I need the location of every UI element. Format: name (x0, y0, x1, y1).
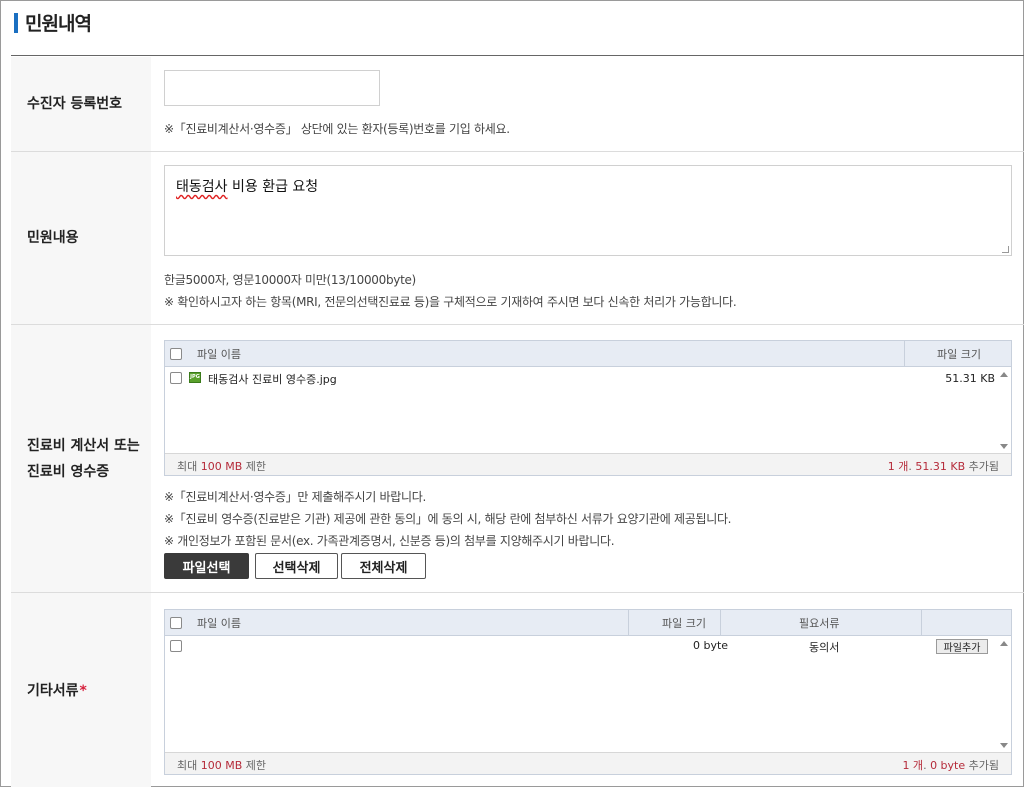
receipt-note-2: ※「진료비 영수증(진료받은 기관) 제공에 관한 동의」에 동의 시, 해당 … (164, 512, 732, 526)
resize-handle-icon[interactable] (1002, 246, 1009, 253)
receipt-file-count: 1 개 (887, 460, 909, 473)
content-label: 민원내용 (11, 152, 151, 324)
other-docs-label: 기타서류 * (11, 593, 151, 787)
title-accent-bar (14, 13, 18, 33)
other-doc-checkbox[interactable] (170, 640, 182, 652)
other-table-body: 0 byte 동의서 파일추가 (165, 636, 1011, 752)
receipt-label-line2: 진료비 영수증 (27, 463, 110, 480)
other-scroll-up-icon[interactable] (1000, 641, 1008, 646)
receipt-table-header: 파일 이름 파일 크기 (165, 341, 1011, 367)
receipt-file-row[interactable]: JPG 태동검사 진료비 영수증.jpg 51.31 KB (165, 370, 1011, 388)
other-doc-file-size: 0 byte (693, 639, 729, 652)
other-col-name: 파일 이름 (197, 616, 241, 630)
other-count-sep: . (923, 759, 931, 772)
page-title: 민원내역 (25, 13, 92, 35)
content-text-misspelled: 태동검사 (176, 179, 228, 195)
receipt-file-checkbox[interactable] (170, 372, 182, 384)
complaint-form-panel: 민원내역 수진자 등록번호 ※「진료비계산서·영수증」 상단에 있는 환자(등록… (0, 0, 1024, 787)
other-file-table: 파일 이름 파일 크기 필요서류 0 byte 동의서 파일추가 최대 100 … (164, 609, 1012, 775)
receipt-limit-prefix: 최대 (177, 460, 201, 473)
receipt-limit-value: 100 MB (200, 460, 243, 473)
receipt-label-line1: 진료비 계산서 또는 (27, 437, 140, 454)
receipt-added-suffix: 추가됨 (965, 460, 999, 473)
registration-row: 수진자 등록번호 ※「진료비계산서·영수증」 상단에 있는 환자(등록)번호를 … (11, 57, 1024, 152)
other-col-doc: 필요서류 (799, 616, 840, 630)
receipt-limit-suffix: 제한 (242, 460, 267, 473)
receipt-note-3: ※ 개인정보가 포함된 문서(ex. 가족관계증명서, 신분증 등)의 첨부를 … (164, 534, 615, 548)
other-limit-prefix: 최대 (177, 759, 201, 772)
other-col-size: 파일 크기 (662, 616, 706, 630)
other-added-suffix: 추가됨 (965, 759, 999, 772)
other-doc-row[interactable]: 0 byte 동의서 파일추가 (165, 638, 1011, 656)
other-file-count: 1 개 (902, 759, 924, 772)
registration-note: ※「진료비계산서·영수증」 상단에 있는 환자(등록)번호를 기입 하세요. (164, 122, 510, 136)
other-table-footer: 최대 100 MB 제한 1 개. 0 byte 추가됨 (165, 752, 1011, 774)
content-row: 민원내용 태동검사 비용 환급 요청 한글5000자, 영문10000자 미만(… (11, 152, 1024, 325)
scroll-down-icon[interactable] (1000, 444, 1008, 449)
receipt-col-name: 파일 이름 (197, 347, 241, 361)
content-hint-note: ※ 확인하시고자 하는 항목(MRI, 전문의선택진료료 등)을 구체적으로 기… (164, 295, 737, 309)
select-file-button[interactable]: 파일선택 (164, 553, 249, 579)
delete-selected-button[interactable]: 선택삭제 (255, 553, 338, 579)
other-limit-value: 100 MB (200, 759, 243, 772)
other-doc-type: 동의서 (809, 641, 840, 654)
jpg-file-icon: JPG (189, 372, 201, 383)
receipt-table-body: JPG 태동검사 진료비 영수증.jpg 51.31 KB (165, 367, 1011, 453)
receipt-row: 진료비 계산서 또는 진료비 영수증 파일 이름 파일 크기 JPG 태동검사 … (11, 325, 1024, 593)
content-text-suffix: 비용 환급 요청 (227, 179, 319, 195)
required-mark: * (79, 682, 87, 699)
other-total-size: 0 byte (930, 759, 966, 772)
receipt-file-size: 51.31 KB (945, 372, 995, 385)
scroll-up-icon[interactable] (1000, 372, 1008, 377)
receipt-label: 진료비 계산서 또는 진료비 영수증 (11, 325, 151, 592)
other-select-all-checkbox[interactable] (170, 616, 182, 629)
other-limit-suffix: 제한 (242, 759, 267, 772)
receipt-file-name: 태동검사 진료비 영수증.jpg (208, 373, 337, 386)
receipt-table-footer: 최대 100 MB 제한 1 개. 51.31 KB 추가됨 (165, 453, 1011, 475)
content-limit-note: 한글5000자, 영문10000자 미만(13/10000byte) (164, 273, 416, 287)
other-docs-label-text: 기타서류 (27, 682, 79, 699)
registration-label: 수진자 등록번호 (11, 57, 151, 151)
receipt-col-size: 파일 크기 (937, 347, 981, 361)
registration-number-input[interactable] (164, 70, 380, 106)
other-scroll-down-icon[interactable] (1000, 743, 1008, 748)
receipt-total-size: 51.31 KB (915, 460, 966, 473)
receipt-select-all-checkbox[interactable] (170, 347, 182, 360)
receipt-button-group: 파일선택 선택삭제 전체삭제 (164, 553, 464, 579)
add-file-button[interactable]: 파일추가 (936, 639, 988, 654)
receipt-file-table: 파일 이름 파일 크기 JPG 태동검사 진료비 영수증.jpg 51.31 K… (164, 340, 1012, 476)
delete-all-button[interactable]: 전체삭제 (341, 553, 426, 579)
other-docs-row: 기타서류 * 파일 이름 파일 크기 필요서류 0 byte 동의서 파일추가 … (11, 593, 1024, 787)
receipt-note-1: ※「진료비계산서·영수증」만 제출해주시기 바랍니다. (164, 490, 427, 504)
other-table-header: 파일 이름 파일 크기 필요서류 (165, 610, 1011, 636)
page-header: 민원내역 (11, 1, 1024, 56)
complaint-content-textarea[interactable]: 태동검사 비용 환급 요청 (164, 165, 1012, 256)
